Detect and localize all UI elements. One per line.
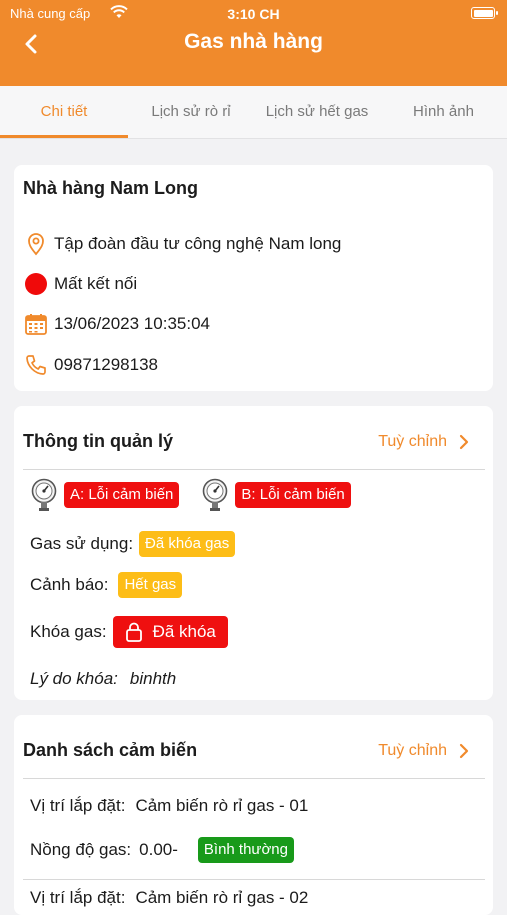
gas-lock-value: Đã khóa bbox=[152, 622, 216, 641]
management-customize-button[interactable]: Tuỳ chỉnh bbox=[378, 433, 469, 451]
sensor-location-label: Vị trí lắp đặt: bbox=[30, 796, 126, 815]
gas-usage-label: Gas sử dụng: bbox=[30, 534, 134, 553]
lock-reason-row: Lý do khóa: binhth bbox=[30, 669, 176, 689]
gas-usage-badge: Đã khóa gas bbox=[139, 531, 236, 557]
warning-row: Cảnh báo: Hết gas bbox=[30, 572, 183, 598]
calendar-icon bbox=[24, 312, 48, 336]
gas-lock-row: Khóa gas: Đã khóa bbox=[30, 616, 228, 648]
tab-images[interactable]: Hình ảnh bbox=[380, 86, 507, 138]
page-title: Gas nhà hàng bbox=[184, 30, 323, 53]
pressure-gauge-icon bbox=[31, 478, 57, 511]
address-row: Tập đoàn đầu tư công nghệ Nam long bbox=[24, 231, 341, 257]
sensor-customize-button[interactable]: Tuỳ chỉnh bbox=[378, 742, 469, 760]
connection-row: Mất kết nối bbox=[24, 271, 137, 297]
gas-usage-row: Gas sử dụng: Đã khóa gas bbox=[30, 531, 236, 557]
phone-icon bbox=[24, 353, 48, 377]
gas-lock-label: Khóa gas: bbox=[30, 622, 107, 641]
lock-icon bbox=[125, 622, 142, 642]
sensor-status-row: A: Lỗi cảm biến B: Lỗi cảm biến bbox=[30, 478, 351, 512]
sensor-list-divider bbox=[23, 778, 485, 779]
datetime-row: 13/06/2023 10:35:04 bbox=[24, 311, 210, 337]
active-tab-indicator bbox=[0, 135, 128, 138]
sensor-list-card: Danh sách cảm biến Tuỳ chỉnh Vị trí lắp … bbox=[14, 715, 493, 915]
management-title: Thông tin quản lý bbox=[23, 431, 173, 451]
chevron-right-icon bbox=[459, 434, 469, 450]
customize-label: Tuỳ chỉnh bbox=[378, 742, 447, 759]
sensor-location-label: Vị trí lắp đặt: bbox=[30, 888, 126, 907]
status-bar: Nhà cung cấp 3:10 CH bbox=[0, 0, 507, 28]
sensor-location-value: Cảm biến rò rỉ gas - 01 bbox=[135, 796, 309, 815]
management-divider bbox=[23, 469, 485, 470]
connection-status: Mất kết nối bbox=[54, 274, 138, 293]
concentration-value: 0.00- bbox=[139, 840, 178, 859]
warning-badge: Hết gas bbox=[118, 572, 183, 598]
lock-reason-label: Lý do khóa: bbox=[30, 669, 118, 688]
phone-row[interactable]: 09871298138 bbox=[24, 352, 158, 378]
status-dot-icon bbox=[24, 272, 48, 296]
tab-out-of-gas-history[interactable]: Lịch sử hết gas bbox=[254, 86, 380, 138]
warning-label: Cảnh báo: bbox=[30, 575, 109, 594]
chevron-right-icon bbox=[459, 743, 469, 759]
tab-leak-history[interactable]: Lịch sử rò rỉ bbox=[128, 86, 254, 138]
customize-label: Tuỳ chỉnh bbox=[378, 433, 447, 450]
management-card: Thông tin quản lý Tuỳ chỉnh A: Lỗi cảm b… bbox=[14, 406, 493, 700]
lock-reason-value: binhth bbox=[129, 669, 177, 688]
sensor-status-badge: Bình thường bbox=[197, 837, 294, 863]
phone-number[interactable]: 09871298138 bbox=[54, 355, 158, 375]
status-time: 3:10 CH bbox=[227, 6, 280, 22]
location-pin-icon bbox=[24, 232, 48, 256]
gas-lock-button[interactable]: Đã khóa bbox=[112, 616, 228, 648]
restaurant-name: Nhà hàng Nam Long bbox=[23, 178, 198, 198]
sensor-location-row: Vị trí lắp đặt: Cảm biến rò rỉ gas - 01 bbox=[30, 796, 308, 816]
pressure-gauge-icon bbox=[203, 478, 228, 511]
tab-details[interactable]: Chi tiết bbox=[0, 86, 128, 138]
sensor-item-divider bbox=[23, 879, 485, 880]
datetime-text: 13/06/2023 10:35:04 bbox=[54, 314, 210, 333]
concentration-label: Nồng độ gas: bbox=[30, 840, 132, 859]
app-header: Nhà cung cấp 3:10 CH Gas nhà hàng bbox=[0, 0, 507, 86]
sensor-a-badge: A: Lỗi cảm biến bbox=[64, 482, 180, 508]
battery-icon bbox=[471, 7, 498, 19]
info-card: Nhà hàng Nam Long Tập đoàn đầu tư công n… bbox=[14, 165, 493, 391]
sensor-location-row: Vị trí lắp đặt: Cảm biến rò rỉ gas - 02 bbox=[30, 888, 308, 908]
sensor-list-title: Danh sách cảm biến bbox=[23, 740, 198, 760]
tab-bar: Chi tiết Lịch sử rò rỉ Lịch sử hết gas H… bbox=[0, 86, 507, 139]
sensor-b-badge: B: Lỗi cảm biến bbox=[235, 482, 351, 508]
address-text: Tập đoàn đầu tư công nghệ Nam long bbox=[54, 234, 342, 253]
sensor-location-value: Cảm biến rò rỉ gas - 02 bbox=[135, 888, 309, 907]
sensor-concentration-row: Nồng độ gas: 0.00- Bình thường bbox=[30, 837, 294, 863]
